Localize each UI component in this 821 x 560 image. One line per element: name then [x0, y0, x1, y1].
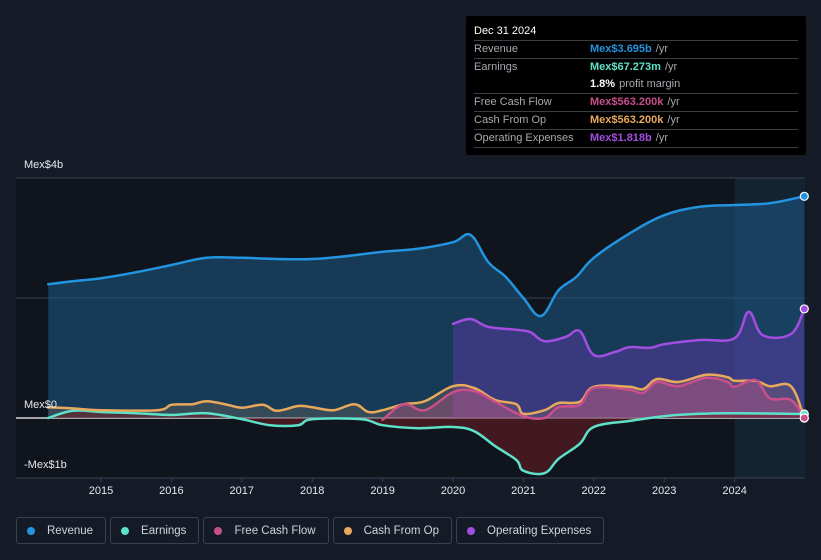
tooltip-label: Revenue	[474, 43, 519, 55]
y-tick-label: Mex$0	[24, 399, 58, 411]
x-tick-label: 2019	[370, 485, 395, 497]
x-tick-label: 2021	[511, 485, 536, 497]
x-tick-label: 2022	[581, 485, 607, 497]
cash-from-op-dot-icon	[343, 526, 352, 535]
legend-label: Revenue	[47, 524, 94, 537]
tooltip-value: Mex$563.200k	[590, 96, 664, 108]
revenue-end-marker	[799, 191, 809, 201]
tooltip-label: Cash From Op	[474, 114, 547, 126]
operating-expenses-dot-icon	[467, 526, 476, 535]
x-tick-label: 2018	[299, 485, 325, 497]
tooltip-label: Operating Expenses	[474, 132, 574, 144]
tooltip-value: 1.8%	[590, 78, 616, 90]
revenue-dot-icon	[27, 526, 35, 535]
tooltip-unit: /yr	[655, 132, 668, 144]
tooltip-panel: Dec 31 2024 Revenue Mex$3.695b /yr Earni…	[466, 16, 806, 155]
legend-item-cash-from-op[interactable]: Cash From Op	[332, 517, 453, 544]
tooltip-value: Mex$67.273m	[590, 61, 661, 73]
tooltip-unit: /yr	[667, 96, 680, 108]
tooltip-label	[474, 76, 590, 93]
tooltip-label: Earnings	[474, 61, 518, 73]
tooltip-date: Dec 31 2024	[474, 23, 798, 41]
tooltip-unit: profit margin	[619, 78, 681, 90]
legend-label: Earnings	[141, 524, 187, 537]
y-tick-label: -Mex$1b	[24, 459, 67, 471]
tooltip-unit: /yr	[664, 61, 678, 73]
x-tick-label: 2015	[88, 485, 114, 497]
tooltip-label: Free Cash Flow	[474, 96, 552, 108]
tooltip-row-operating-expenses: Operating Expenses Mex$1.818b /yr	[474, 130, 798, 148]
tooltip-value: Mex$1.818b	[590, 132, 652, 144]
tooltip-value: Mex$3.695b	[590, 43, 652, 55]
operating-expenses-end-marker	[799, 304, 809, 314]
legend-item-revenue[interactable]: Revenue	[16, 517, 107, 544]
free-cash-flow-dot-icon	[214, 526, 223, 535]
tooltip-unit: /yr	[655, 43, 668, 55]
legend-label: Cash From Op	[363, 524, 440, 537]
legend-item-operating-expenses[interactable]: Operating Expenses	[456, 517, 605, 544]
x-tick-label: 2017	[229, 485, 255, 497]
x-tick-label: 2020	[440, 485, 466, 497]
legend-item-earnings[interactable]: Earnings	[110, 517, 200, 544]
tooltip-row-cash-from-op: Cash From Op Mex$563.200k /yr	[474, 112, 798, 130]
earnings-dot-icon	[121, 526, 130, 535]
y-tick-label: Mex$4b	[24, 159, 64, 171]
legend-item-free-cash-flow[interactable]: Free Cash Flow	[203, 517, 329, 544]
tooltip-row-earnings: Earnings Mex$67.273m /yr	[474, 59, 798, 76]
tooltip-row-free-cash-flow: Free Cash Flow Mex$563.200k /yr	[474, 94, 798, 112]
legend-label: Operating Expenses	[487, 524, 592, 537]
tooltip-row-revenue: Revenue Mex$3.695b /yr	[474, 41, 798, 59]
x-tick-label: 2024	[722, 485, 747, 497]
free-cash-flow-end-marker	[799, 413, 809, 423]
legend-label: Free Cash Flow	[234, 524, 316, 537]
x-tick-label: 2016	[159, 485, 184, 497]
legend: Revenue Earnings Free Cash Flow Cash Fro…	[16, 517, 605, 544]
tooltip-unit: /yr	[667, 114, 680, 126]
x-tick-label: 2023	[651, 485, 677, 497]
tooltip-value: Mex$563.200k	[590, 114, 664, 126]
tooltip-row-profit-margin: 1.8% profit margin	[474, 76, 798, 94]
